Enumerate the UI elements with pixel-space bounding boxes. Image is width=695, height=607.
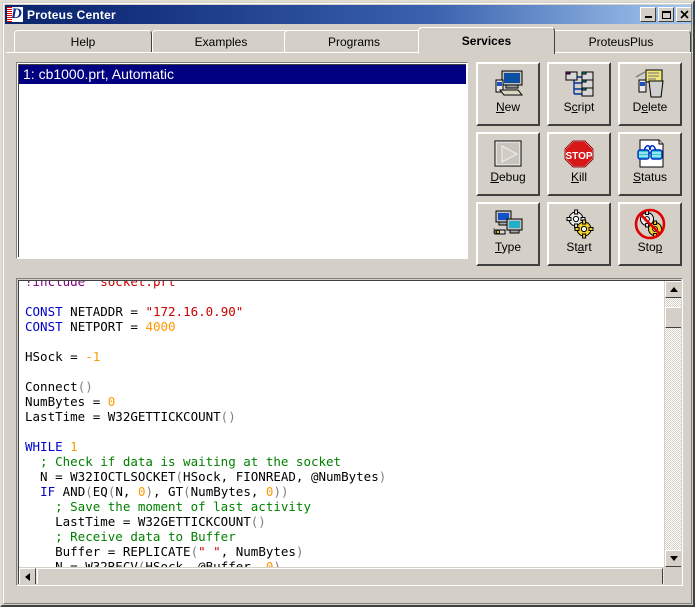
new-button-label: New: [495, 100, 520, 114]
tab-services-label: Services: [461, 34, 512, 48]
code-line: LastTime = W32GETTICKCOUNT(): [25, 409, 236, 424]
code-line: ; Save the moment of last activity: [25, 499, 311, 514]
start-button-label: Start: [566, 240, 592, 254]
start-button[interactable]: Start: [547, 202, 611, 266]
delete-button[interactable]: Delete: [618, 62, 682, 126]
scrollbar-corner: [664, 567, 681, 584]
chevron-down-icon: [669, 556, 678, 561]
close-button[interactable]: [676, 7, 692, 22]
code-line: NumBytes = 0: [25, 394, 116, 409]
window-title: Proteus Center: [27, 7, 116, 22]
kill-button-label: Kill: [570, 170, 587, 184]
tab-examples-label: Examples: [194, 35, 248, 49]
vertical-scroll-thumb[interactable]: [665, 307, 681, 328]
editor-vertical-scrollbar[interactable]: [664, 281, 681, 567]
kill-button[interactable]: STOP Kill: [547, 132, 611, 196]
new-button[interactable]: New: [476, 62, 540, 126]
debug-button-label: Debug: [490, 170, 526, 184]
chevron-up-icon: [669, 287, 678, 292]
window-controls: [640, 7, 693, 22]
script-button-label: Script: [563, 100, 595, 114]
proteus-app-icon: D: [7, 7, 23, 22]
status-button[interactable]: Status: [618, 132, 682, 196]
script-tree-icon: [565, 71, 594, 97]
type-button-label: Type: [494, 240, 522, 254]
maximize-icon: [659, 8, 673, 21]
minimize-icon: [641, 8, 655, 21]
code-line: Connect(): [25, 379, 93, 394]
list-item[interactable]: 1: cb1000.prt, Automatic: [19, 65, 466, 84]
code-editor-panel: !include "socket.prt" CONST NETADDR = "1…: [6, 274, 693, 601]
delete-trash-icon: [635, 69, 664, 98]
maximize-button[interactable]: [658, 7, 674, 22]
type-computers-icon: [493, 210, 523, 235]
tab-services[interactable]: Services: [418, 27, 555, 54]
status-glasses-icon: [637, 139, 664, 168]
scroll-down-button[interactable]: [665, 550, 681, 567]
tab-examples[interactable]: Examples: [152, 30, 290, 53]
tab-proteusplus[interactable]: ProteusPlus: [551, 30, 691, 53]
debug-play-icon: [494, 140, 522, 167]
svg-text:STOP: STOP: [565, 151, 592, 162]
code-text-area[interactable]: !include "socket.prt" CONST NETADDR = "1…: [19, 281, 664, 567]
new-service-icon: [495, 70, 524, 96]
code-line: !include "socket.prt": [25, 281, 184, 289]
debug-button[interactable]: Debug: [476, 132, 540, 196]
scroll-left-button[interactable]: [19, 568, 36, 584]
tab-strip: Help Examples Programs ProteusPlus Servi…: [6, 27, 693, 54]
type-button[interactable]: Type: [476, 202, 540, 266]
code-line: LastTime = W32GETTICKCOUNT(): [25, 514, 266, 529]
code-line: CONST NETPORT = 4000: [25, 319, 176, 334]
scroll-up-button[interactable]: [665, 281, 681, 298]
close-icon: [677, 8, 691, 21]
tab-programs[interactable]: Programs: [284, 30, 424, 53]
status-button-label: Status: [632, 170, 668, 184]
chevron-left-icon: [25, 572, 30, 581]
code-line: ; Receive data to Buffer: [25, 529, 236, 544]
stop-button[interactable]: Stop: [618, 202, 682, 266]
tab-programs-label: Programs: [327, 35, 380, 49]
code-editor-inner: !include "socket.prt" CONST NETADDR = "1…: [18, 280, 681, 584]
code-line: ; Check if data is waiting at the socket: [25, 454, 342, 469]
stop-gears-forbidden-icon: [634, 208, 666, 240]
code-line: Buffer = REPLICATE(" ", NumBytes): [25, 544, 304, 559]
tab-help[interactable]: Help: [14, 30, 152, 53]
code-editor-frame: !include "socket.prt" CONST NETADDR = "1…: [16, 278, 683, 586]
editor-horizontal-scrollbar[interactable]: [19, 567, 664, 584]
stop-button-label: Stop: [637, 240, 663, 254]
app-icon-letter: D: [11, 7, 22, 22]
services-listbox-inner: 1: cb1000.prt, Automatic: [18, 64, 466, 257]
tab-proteusplus-label: ProteusPlus: [588, 35, 654, 49]
code-line: WHILE 1: [25, 439, 78, 454]
service-actions-toolbar: New Script Delete Debug STOP Kill Status…: [476, 62, 687, 266]
code-line: IF AND(EQ(N, 0), GT(NumBytes, 0)): [40, 484, 289, 499]
code-line: CONST NETADDR = "172.16.0.90": [25, 304, 244, 319]
script-button[interactable]: Script: [547, 62, 611, 126]
title-bar: D Proteus Center: [5, 5, 693, 24]
delete-button-label: Delete: [632, 100, 668, 114]
kill-stop-sign-icon: STOP: [564, 140, 594, 168]
code-line: HSock = -1: [25, 349, 101, 364]
code-line: N = W32RECV(HSock, @Buffer, 0): [25, 559, 281, 567]
start-gears-icon: [566, 209, 594, 239]
horizontal-scroll-thumb[interactable]: [37, 568, 663, 584]
code-line: N = W32IOCTLSOCKET(HSock, FIONREAD, @Num…: [25, 469, 387, 484]
minimize-button[interactable]: [640, 7, 656, 22]
services-panel: 1: cb1000.prt, Automatic New Script Dele…: [6, 52, 693, 274]
proteus-center-window: D Proteus Center Help Examples Programs …: [0, 0, 695, 607]
tab-help-label: Help: [70, 35, 96, 49]
code-content: !include "socket.prt" CONST NETADDR = "1…: [19, 281, 386, 567]
services-listbox[interactable]: 1: cb1000.prt, Automatic: [16, 62, 468, 259]
